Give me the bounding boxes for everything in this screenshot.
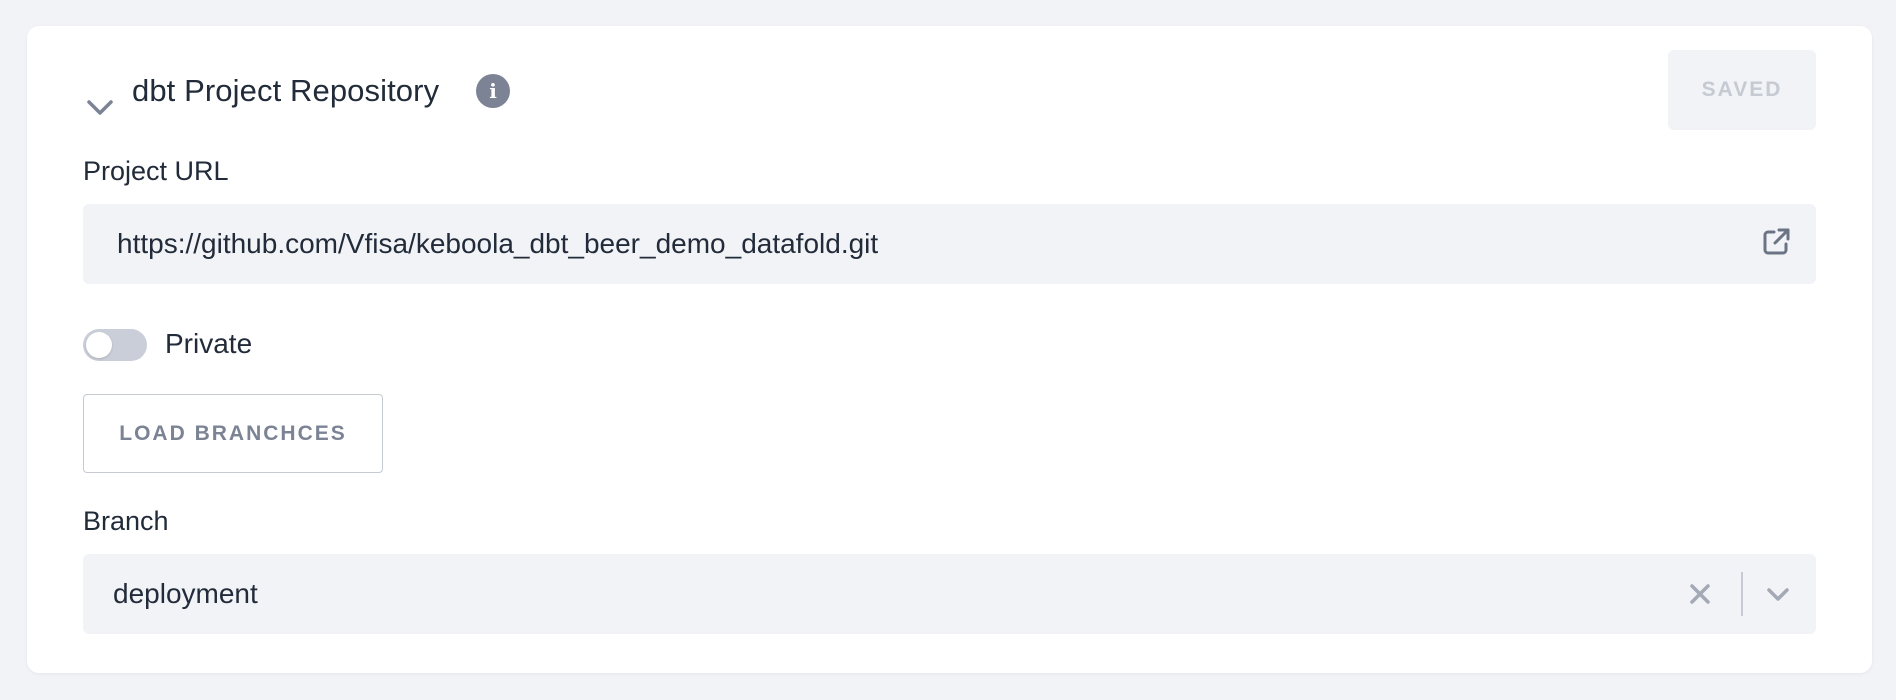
external-link-icon[interactable] (1760, 226, 1792, 258)
saved-button[interactable]: SAVED (1668, 50, 1816, 130)
toggle-knob (86, 332, 112, 358)
info-icon[interactable]: i (476, 74, 510, 108)
load-branches-button[interactable]: LOAD BRANCHCES (83, 394, 383, 473)
dbt-project-repository-card: dbt Project Repository i SAVED Project U… (27, 26, 1872, 673)
project-url-value: https://github.com/Vfisa/keboola_dbt_bee… (117, 228, 879, 259)
private-toggle[interactable] (83, 329, 147, 361)
chevron-down-icon[interactable] (1763, 580, 1793, 608)
project-url-label: Project URL (83, 156, 229, 186)
close-icon[interactable] (1686, 580, 1714, 608)
card-header: dbt Project Repository i SAVED (27, 26, 1872, 156)
branch-select[interactable]: deployment (83, 554, 1816, 634)
chevron-down-icon (87, 100, 113, 115)
section-title: dbt Project Repository (132, 73, 440, 108)
branch-selected-value: deployment (113, 578, 258, 609)
collapse-toggle[interactable] (80, 88, 120, 128)
branch-label: Branch (83, 506, 169, 536)
select-divider (1741, 572, 1743, 616)
project-url-field[interactable]: https://github.com/Vfisa/keboola_dbt_bee… (83, 204, 1816, 284)
private-toggle-label: Private (165, 328, 253, 359)
